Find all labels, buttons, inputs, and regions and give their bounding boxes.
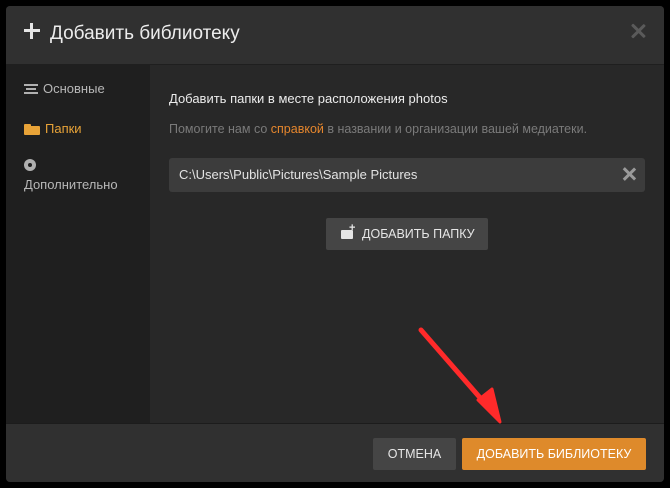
add-folder-label: ДОБАВИТЬ ПАПКУ — [362, 227, 475, 241]
plus-icon — [23, 22, 41, 40]
dialog-footer: ОТМЕНА ДОБАВИТЬ БИБЛИОТЕКУ — [6, 423, 664, 482]
sidebar-item-label: Дополнительно — [24, 177, 118, 192]
dialog-header: Добавить библиотеку — [6, 6, 664, 65]
sidebar-item-label: Основные — [43, 81, 105, 96]
gear-icon — [24, 159, 36, 171]
remove-folder-icon[interactable] — [623, 168, 635, 180]
cancel-button[interactable]: ОТМЕНА — [373, 438, 456, 470]
sidebar-item-basic[interactable]: Основные — [24, 81, 105, 96]
folders-panel: Добавить папки в месте расположения phot… — [150, 65, 664, 423]
add-library-button[interactable]: ДОБАВИТЬ БИБЛИОТЕКУ — [462, 438, 646, 470]
folder-path-value: C:\Users\Public\Pictures\Sample Pictures — [179, 167, 418, 182]
help-prefix: Помогите нам со — [169, 122, 271, 136]
sidebar: Основные Папки Дополнительно — [6, 65, 150, 423]
section-title: Добавить папки в месте расположения phot… — [169, 91, 448, 106]
add-library-dialog: Добавить библиотеку Основные Папки Допол… — [6, 6, 664, 482]
folder-icon — [24, 124, 40, 136]
close-icon[interactable] — [630, 23, 646, 39]
help-link[interactable]: справкой — [271, 122, 324, 136]
dialog-title: Добавить библиотеку — [50, 23, 240, 44]
add-folder-button[interactable]: ДОБАВИТЬ ПАПКУ — [326, 218, 488, 250]
help-suffix: в названии и организации вашей медиатеки… — [323, 122, 588, 136]
sidebar-item-label: Папки — [45, 121, 82, 136]
sidebar-item-advanced[interactable]: Дополнительно — [24, 159, 118, 195]
help-text: Помогите нам со справкой в названии и ор… — [169, 122, 587, 136]
folder-path-field[interactable]: C:\Users\Public\Pictures\Sample Pictures — [169, 158, 645, 192]
new-folder-icon — [341, 222, 355, 239]
sidebar-item-folders[interactable]: Папки — [24, 121, 82, 136]
lines-icon — [24, 84, 38, 95]
